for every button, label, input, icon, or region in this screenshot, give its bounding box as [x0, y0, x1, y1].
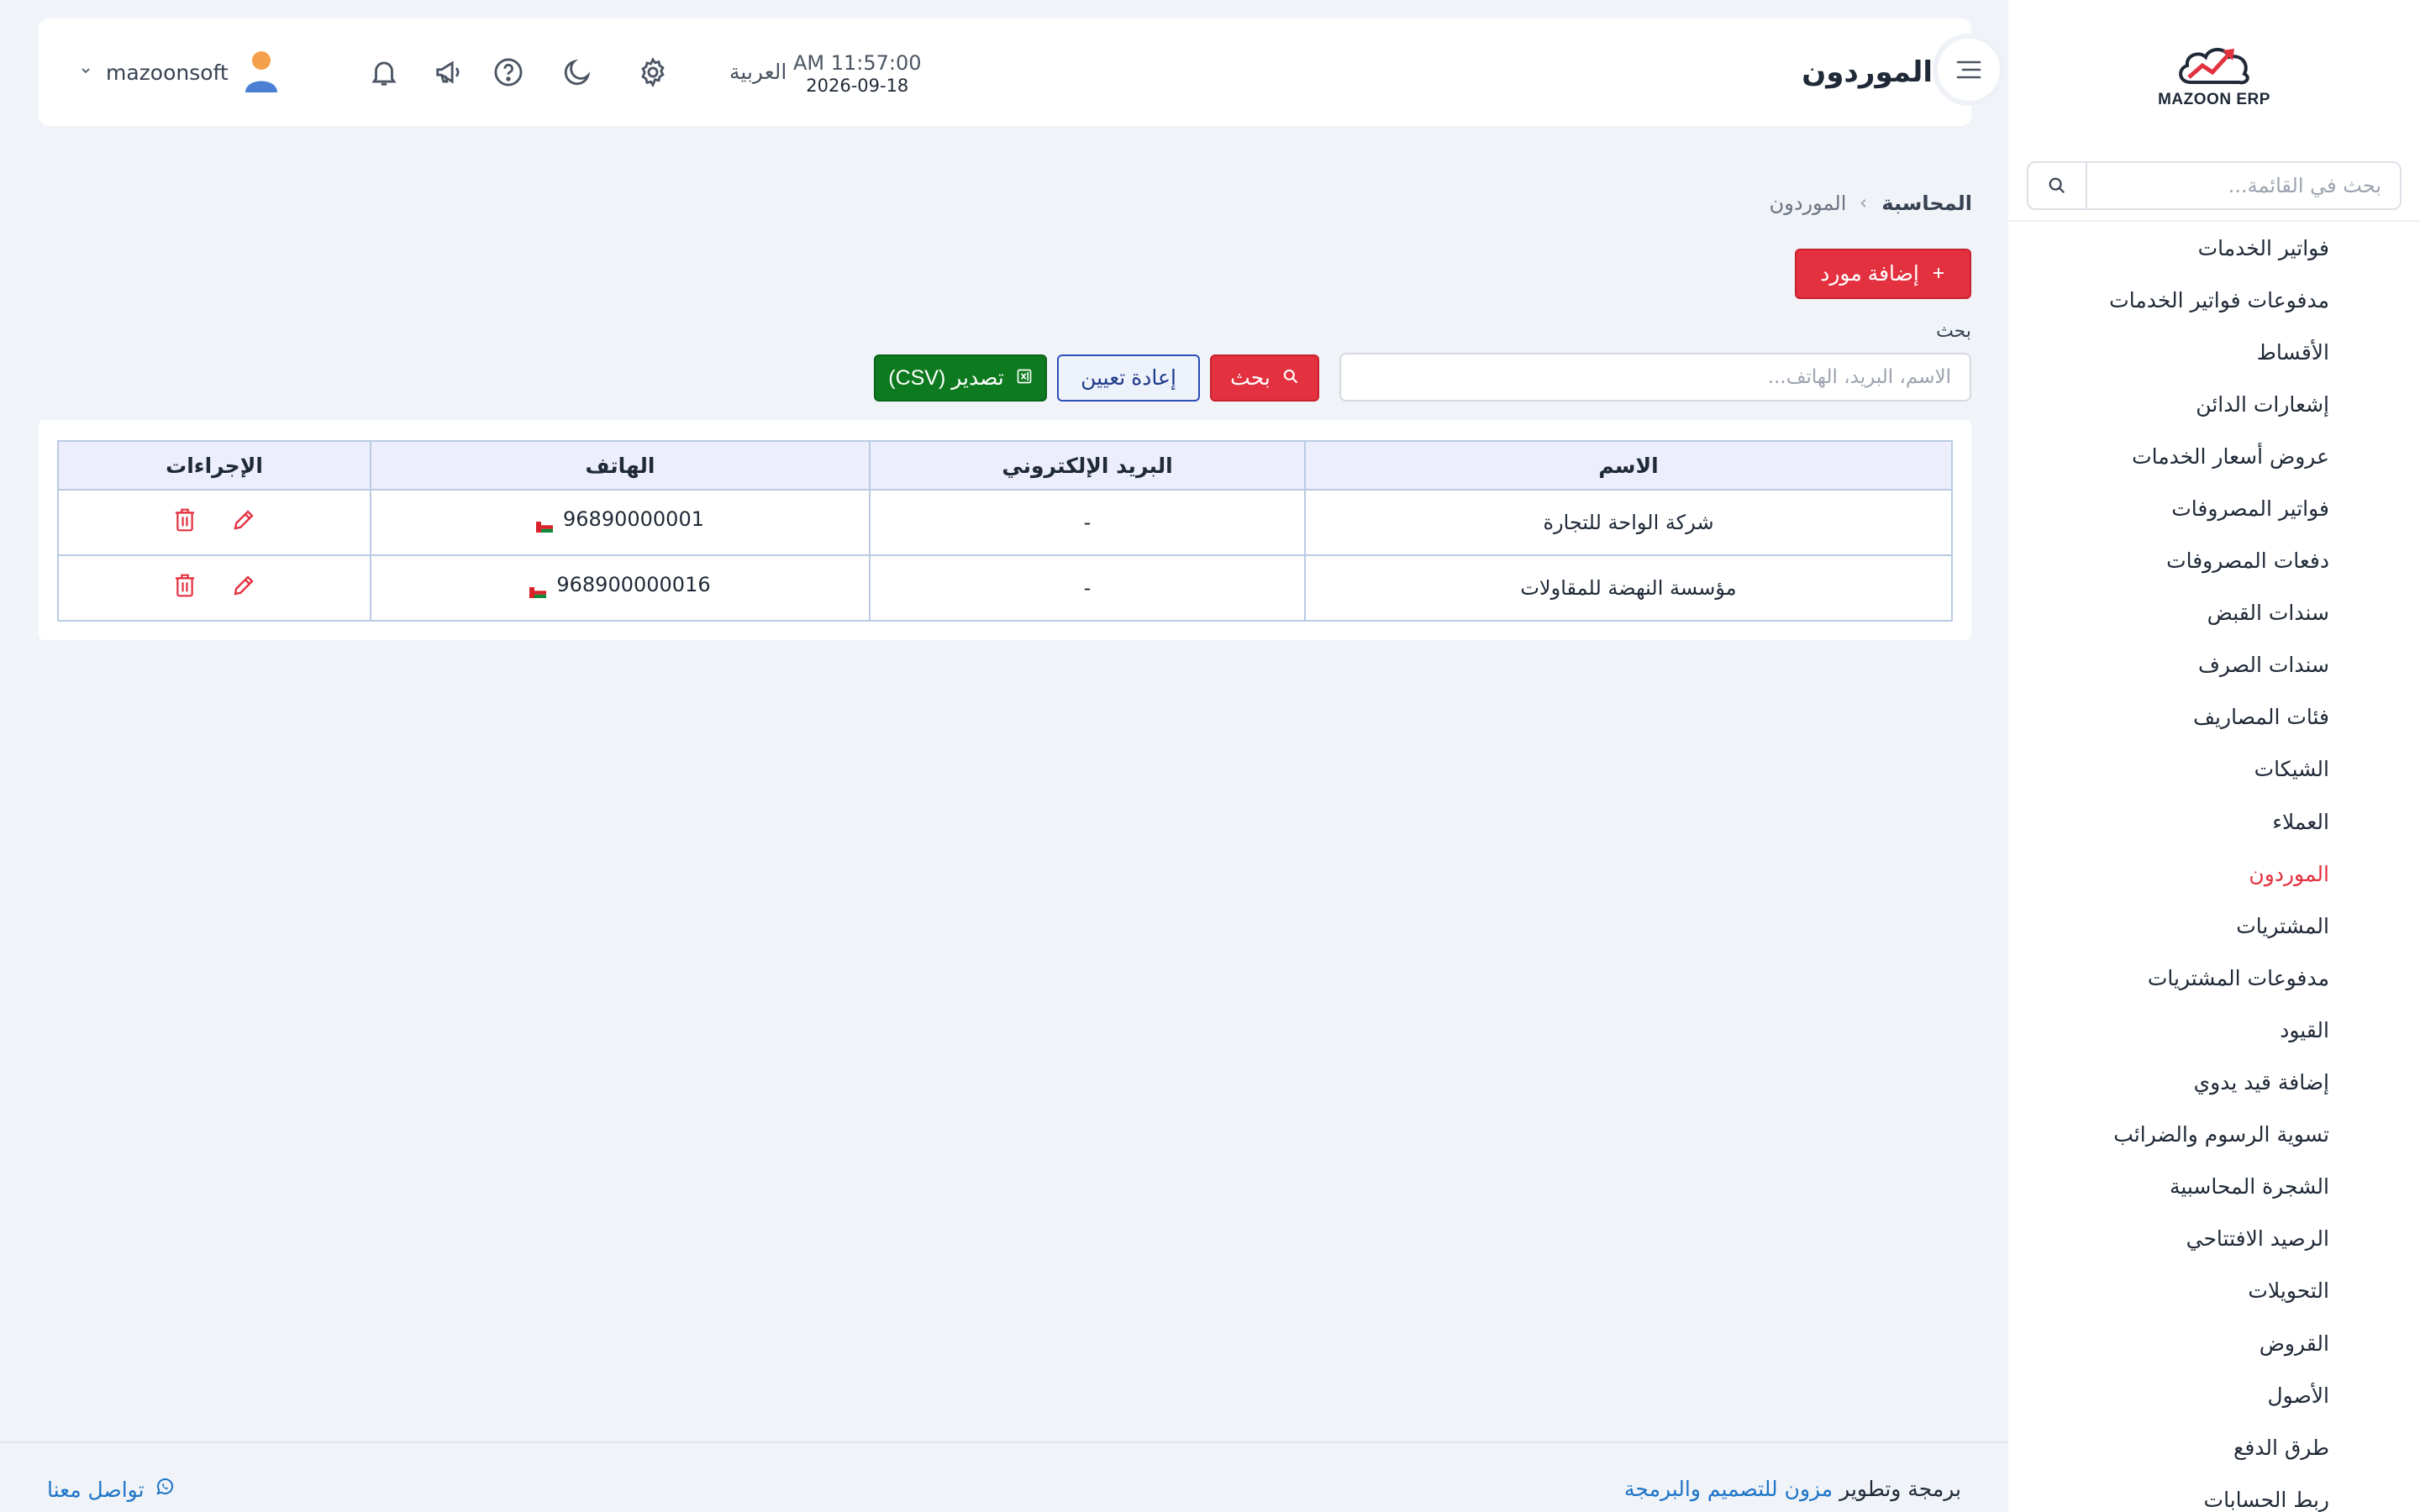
- sidebar-item-service-invoice-payments[interactable]: مدفوعات فواتير الخدمات: [2008, 274, 2420, 326]
- sidebar-item-opening-balance[interactable]: الرصيد الافتتاحي: [2008, 1213, 2420, 1265]
- search-icon: [1282, 366, 1299, 391]
- oman-flag-icon: [536, 514, 554, 533]
- clock-time: AM 11:57:00: [793, 51, 922, 75]
- oman-flag-icon: [529, 580, 547, 598]
- sidebar-item-installments[interactable]: الأقساط: [2008, 326, 2420, 378]
- cell-email: -: [869, 554, 1306, 622]
- footer-credit-link[interactable]: مزون للتصميم والبرمجة: [1624, 1477, 1833, 1501]
- sidebar-item-purchases[interactable]: المشتريات: [2008, 900, 2420, 952]
- column-header-actions: الإجراءات: [57, 440, 371, 491]
- sidebar-menu: فواتير الخدمات مدفوعات فواتير الخدمات ال…: [2008, 222, 2420, 1512]
- sidebar-item-journal-entries[interactable]: القيود: [2008, 1004, 2420, 1056]
- breadcrumb-current: الموردون: [1769, 192, 1847, 215]
- add-supplier-label: إضافة مورد: [1820, 262, 1919, 286]
- plus-icon: [1931, 262, 1946, 286]
- column-header-email[interactable]: البريد الإلكتروني: [869, 440, 1306, 491]
- avatar[interactable]: [242, 49, 281, 96]
- sidebar: MAZOON ERP فواتير الخدمات مدفوعات فواتير…: [2008, 0, 2420, 1512]
- cell-name: شركة الواحة للتجارة: [1304, 489, 1953, 556]
- logo-text: MAZOON ERP: [2158, 91, 2270, 108]
- suppliers-table-card: الاسم البريد الإلكتروني الهاتف الإجراءات…: [39, 420, 1971, 640]
- language-switcher[interactable]: العربية: [729, 18, 786, 126]
- suppliers-table: الاسم البريد الإلكتروني الهاتف الإجراءات…: [57, 440, 1953, 622]
- search-button[interactable]: بحث: [1210, 354, 1319, 402]
- settings-gear-icon[interactable]: [634, 53, 672, 92]
- sidebar-item-cheques[interactable]: الشيكات: [2008, 743, 2420, 795]
- logo-cloud-icon: [2179, 48, 2249, 85]
- table-row: مؤسسة النهضة للمقاولات - 968900000016: [57, 554, 1953, 622]
- footer-credit: برمجة وتطوير مزون للتصميم والبرمجة: [1624, 1477, 1961, 1501]
- supplier-search-input[interactable]: [1339, 353, 1971, 402]
- sidebar-item-manual-entry[interactable]: إضافة قيد يدوي: [2008, 1057, 2420, 1109]
- table-header-row: الاسم البريد الإلكتروني الهاتف الإجراءات: [57, 440, 1953, 491]
- edit-pencil-icon[interactable]: [231, 573, 256, 603]
- excel-file-icon: [1016, 366, 1033, 391]
- dark-mode-moon-icon[interactable]: [558, 53, 597, 92]
- reset-button-label: إعادة تعيين: [1081, 366, 1176, 390]
- column-header-name[interactable]: الاسم: [1304, 440, 1953, 491]
- cell-phone: 968900000016: [370, 554, 871, 622]
- contact-us-link[interactable]: تواصل معنا: [47, 1477, 175, 1502]
- sidebar-item-chart-of-accounts[interactable]: الشجرة المحاسبية: [2008, 1161, 2420, 1213]
- search-icon[interactable]: [2028, 163, 2087, 208]
- delete-trash-icon[interactable]: [172, 572, 197, 604]
- sidebar-item-expense-invoices[interactable]: فواتير المصروفات: [2008, 482, 2420, 534]
- export-csv-button[interactable]: تصدير (CSV): [874, 354, 1047, 402]
- sidebar-item-customers[interactable]: العملاء: [2008, 795, 2420, 848]
- footer: برمجة وتطوير مزون للتصميم والبرمجة تواصل…: [0, 1441, 2008, 1512]
- sidebar-item-purchase-payments[interactable]: مدفوعات المشتريات: [2008, 952, 2420, 1004]
- whatsapp-icon: [155, 1477, 175, 1502]
- sidebar-item-assets[interactable]: الأصول: [2008, 1369, 2420, 1421]
- footer-credit-prefix: برمجة وتطوير: [1839, 1477, 1961, 1501]
- sidebar-item-suppliers[interactable]: الموردون: [2008, 848, 2420, 900]
- top-header: الموردون AM 11:57:00 2026-09-18 العربية …: [39, 18, 1971, 126]
- help-question-icon[interactable]: [489, 53, 528, 92]
- cell-phone: 96890000001: [370, 489, 871, 556]
- sidebar-item-loans[interactable]: القروض: [2008, 1317, 2420, 1369]
- sidebar-item-payment-methods[interactable]: طرق الدفع: [2008, 1421, 2420, 1473]
- page-title: الموردون: [1802, 55, 1933, 89]
- delete-trash-icon[interactable]: [172, 507, 197, 538]
- cell-name: مؤسسة النهضة للمقاولات: [1304, 554, 1953, 622]
- breadcrumb: المحاسبة الموردون: [1770, 192, 1972, 215]
- chevron-left-icon: [1858, 193, 1870, 214]
- cell-actions: [57, 554, 371, 622]
- phone-number: 968900000016: [556, 573, 711, 597]
- user-menu[interactable]: mazoonsoft: [79, 18, 281, 126]
- edit-pencil-icon[interactable]: [231, 507, 256, 538]
- phone-number: 96890000001: [563, 507, 704, 532]
- search-label: بحث: [1936, 321, 1971, 342]
- contact-us-label: تواصل معنا: [47, 1477, 145, 1502]
- reset-button[interactable]: إعادة تعيين: [1057, 354, 1200, 402]
- sidebar-item-payment-vouchers[interactable]: سندات الصرف: [2008, 639, 2420, 691]
- sidebar-search: [2027, 161, 2402, 210]
- sidebar-item-service-invoices[interactable]: فواتير الخدمات: [2008, 222, 2420, 274]
- announcements-megaphone-icon[interactable]: [430, 53, 469, 92]
- sidebar-toggle-button[interactable]: [1933, 34, 2005, 106]
- cell-email: -: [869, 489, 1306, 556]
- sidebar-item-fees-taxes-settlement[interactable]: تسوية الرسوم والضرائب: [2008, 1109, 2420, 1161]
- sidebar-search-input[interactable]: [2087, 163, 2400, 208]
- notifications-bell-icon[interactable]: [365, 53, 403, 92]
- sidebar-item-receipt-vouchers[interactable]: سندات القبض: [2008, 587, 2420, 639]
- username[interactable]: mazoonsoft: [106, 60, 229, 85]
- column-header-phone[interactable]: الهاتف: [370, 440, 871, 491]
- sidebar-item-expense-payments[interactable]: دفعات المصروفات: [2008, 535, 2420, 587]
- hamburger-icon: [1956, 60, 1981, 79]
- sidebar-item-expense-categories[interactable]: فئات المصاريف: [2008, 691, 2420, 743]
- sidebar-item-account-linking[interactable]: ربط الحسابات: [2008, 1473, 2420, 1512]
- search-button-label: بحث: [1230, 366, 1270, 390]
- clock: AM 11:57:00 2026-09-18: [793, 50, 922, 96]
- clock-date: 2026-09-18: [806, 76, 909, 96]
- export-csv-label: تصدير (CSV): [888, 366, 1004, 390]
- chevron-down-icon[interactable]: [79, 64, 92, 81]
- breadcrumb-root[interactable]: المحاسبة: [1881, 192, 1972, 215]
- cell-actions: [57, 489, 371, 556]
- sidebar-item-transfers[interactable]: التحويلات: [2008, 1265, 2420, 1317]
- table-row: شركة الواحة للتجارة - 96890000001: [57, 489, 1953, 556]
- sidebar-item-service-quotes[interactable]: عروض أسعار الخدمات: [2008, 430, 2420, 482]
- brand-logo[interactable]: MAZOON ERP: [2008, 37, 2420, 113]
- add-supplier-button[interactable]: إضافة مورد: [1795, 249, 1971, 299]
- sidebar-item-credit-notes[interactable]: إشعارات الدائن: [2008, 378, 2420, 430]
